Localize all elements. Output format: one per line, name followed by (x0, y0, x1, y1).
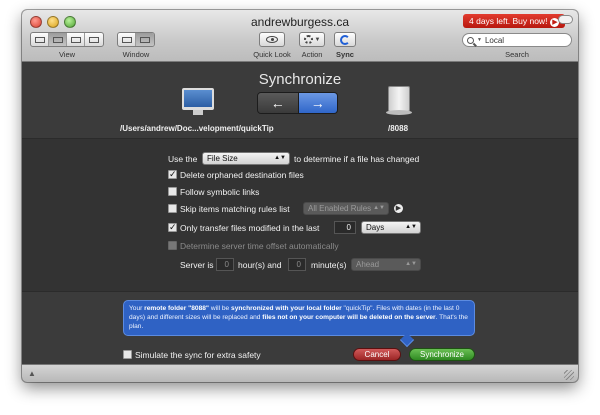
updown-icon: ▲▼ (405, 224, 417, 230)
chevron-down-icon: ▼ (314, 36, 321, 43)
icon-view-icon[interactable] (31, 33, 49, 46)
stand (193, 110, 203, 115)
status-bar: ▲ (22, 364, 578, 382)
compare-method-value: File Size (207, 154, 238, 163)
column-view-icon[interactable] (67, 33, 85, 46)
server-offset-checkbox[interactable] (168, 241, 177, 250)
hours-field[interactable]: 0 (216, 258, 234, 271)
skip-rules-label: Skip items matching rules list (180, 204, 290, 214)
divider (22, 291, 578, 292)
sync-summary-tooltip: Your remote folder "8088" will be synchr… (123, 300, 475, 336)
hours-label: hour(s) and (238, 260, 282, 270)
ahead-behind-value: Ahead (356, 260, 380, 269)
rules-select[interactable]: All Enabled Rules ▲▼ (303, 202, 389, 215)
tooltip-remote-folder: remote folder "8088" (144, 305, 210, 312)
minutes-field[interactable]: 0 (288, 258, 306, 271)
simulate-label: Simulate the sync for extra safety (135, 350, 261, 360)
delete-orphaned-checkbox[interactable]: ✓ (168, 170, 177, 179)
updown-icon: ▲▼ (274, 155, 286, 161)
remote-path: /8088 (388, 124, 409, 133)
window-segmented-control[interactable] (117, 32, 155, 47)
local-computer-icon (182, 88, 214, 116)
resize-grip-icon[interactable] (564, 370, 574, 380)
dual-pane-glyph-icon (140, 36, 150, 43)
triangle-up-icon[interactable]: ▲ (28, 369, 36, 378)
server-body (388, 86, 410, 112)
rules-select-value: All Enabled Rules (308, 204, 372, 213)
sync-button[interactable] (334, 32, 356, 47)
days-unit-select[interactable]: Days ▲▼ (361, 221, 421, 234)
transmit-window: andrewburgess.ca 4 days left. Buy now! ▶ … (22, 10, 578, 382)
view-label: View (58, 50, 76, 59)
days-unit-value: Days (366, 223, 385, 232)
action-button[interactable]: ▼ (299, 32, 325, 47)
single-pane-glyph-icon (121, 36, 132, 43)
updown-icon: ▲▼ (373, 205, 385, 211)
direction-toggle[interactable]: ← → (257, 92, 338, 114)
updown-icon: ▲▼ (405, 261, 417, 267)
trial-badge-label: 4 days left. Buy now! (469, 16, 548, 26)
titlebar: andrewburgess.ca 4 days left. Buy now! ▶ … (22, 10, 578, 62)
minutes-label: minute(s) (311, 260, 347, 270)
search-label: Search (505, 50, 529, 59)
chevron-down-icon: ▼ (477, 37, 482, 43)
ahead-behind-select[interactable]: Ahead ▲▼ (351, 258, 421, 271)
go-arrow-icon[interactable]: ▶ (394, 204, 403, 213)
delete-orphaned-label: Delete orphaned destination files (180, 170, 304, 180)
follow-symlinks-label: Follow symbolic links (180, 187, 260, 197)
synchronize-button[interactable]: Synchronize (409, 348, 475, 361)
quick-look-label: Quick Look (253, 50, 291, 59)
toolbar-toggle-button[interactable] (558, 15, 573, 24)
quick-look-button[interactable] (259, 32, 285, 47)
list-view-icon[interactable] (49, 33, 67, 46)
tooltip-text: will be (209, 305, 232, 312)
arrow-left-icon[interactable]: ← (258, 93, 298, 113)
coverflow-view-icon[interactable] (85, 33, 103, 46)
only-modified-checkbox[interactable]: ✓ (168, 223, 177, 232)
sync-label: Sync (336, 50, 354, 59)
arrow-right-icon[interactable]: → (297, 93, 337, 113)
local-path: /Users/andrew/Doc...velopment/quickTip (120, 124, 274, 133)
gear-icon (303, 35, 313, 44)
single-pane-icon[interactable] (118, 33, 136, 46)
server-base (386, 110, 412, 115)
columns-icon (70, 36, 81, 43)
search-field[interactable]: ▼ Local (462, 33, 572, 47)
view-segmented-control[interactable] (30, 32, 104, 47)
list-icon (52, 36, 63, 43)
days-count-field[interactable]: 0 (334, 221, 356, 234)
tooltip-sync-local: synchronized with your local folder (231, 305, 342, 312)
options-panel: Use the File Size ▲▼ to determine if a fi… (22, 139, 578, 291)
follow-symlinks-checkbox[interactable] (168, 187, 177, 196)
grid-icon (34, 36, 45, 43)
server-icon (386, 86, 412, 118)
server-is-label: Server is (180, 260, 214, 270)
use-the-label: Use the (168, 154, 198, 164)
compare-method-select[interactable]: File Size ▲▼ (202, 152, 290, 165)
coverflow-icon (89, 36, 99, 43)
dual-pane-icon[interactable] (136, 33, 154, 46)
sync-sheet: Synchronize ← → /Users/andrew/Doc...velo… (22, 63, 578, 364)
search-input[interactable]: Local (485, 36, 504, 45)
skip-rules-checkbox[interactable] (168, 204, 177, 213)
screen (182, 88, 214, 110)
action-label: Action (301, 50, 323, 59)
compare-suffix-label: to determine if a file has changed (294, 154, 420, 164)
server-offset-label: Determine server time offset automatical… (180, 241, 339, 251)
simulate-checkbox[interactable] (123, 350, 132, 359)
window-label: Window (122, 50, 150, 59)
search-icon (467, 36, 474, 44)
tooltip-delete-warning: files not on your computer will be delet… (262, 314, 436, 321)
cancel-button[interactable]: Cancel (353, 348, 401, 361)
trial-badge[interactable]: 4 days left. Buy now! ▶ (463, 14, 566, 28)
only-modified-label: Only transfer files modified in the last (180, 223, 320, 233)
sync-icon (340, 34, 350, 45)
sheet-title: Synchronize (258, 71, 342, 88)
eye-icon (266, 36, 278, 43)
tooltip-text: Your (129, 305, 145, 312)
